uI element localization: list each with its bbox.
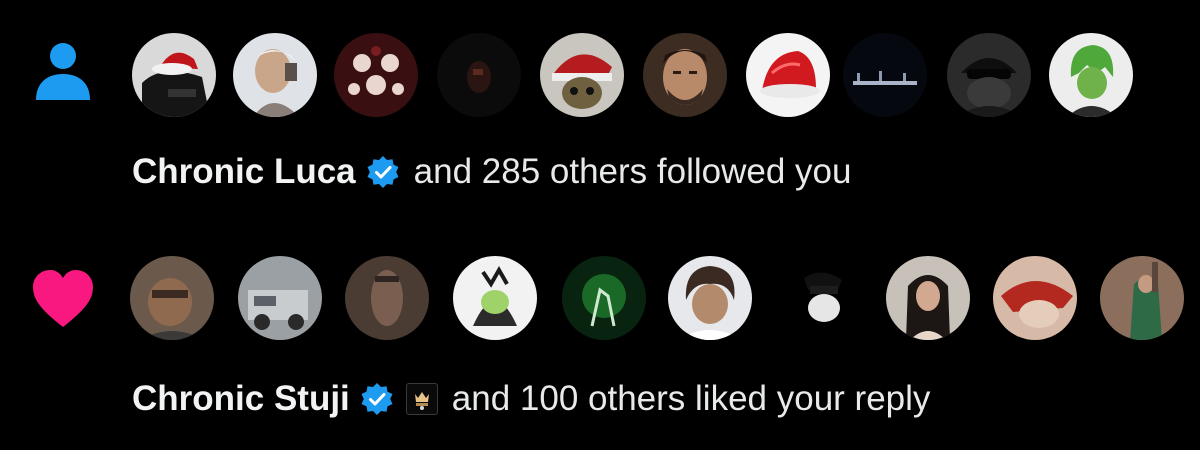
avatar[interactable] <box>643 33 727 117</box>
avatar[interactable] <box>1100 256 1184 340</box>
like-notification[interactable]: Chronic Stuji and 100 others liked your … <box>0 225 1200 450</box>
avatar[interactable] <box>1049 33 1133 117</box>
avatar[interactable] <box>668 256 752 340</box>
verified-badge-icon <box>366 155 400 189</box>
follow-notification-text: Chronic Luca and 285 others followed you <box>132 150 851 194</box>
like-notification-text: Chronic Stuji and 100 others liked your … <box>132 377 930 421</box>
avatar[interactable] <box>233 33 317 117</box>
avatar[interactable] <box>993 256 1077 340</box>
avatar[interactable] <box>843 33 927 117</box>
avatar[interactable] <box>453 256 537 340</box>
notification-message: and 100 others liked your reply <box>451 379 931 418</box>
avatar[interactable] <box>947 33 1031 117</box>
avatar[interactable] <box>562 256 646 340</box>
avatar[interactable] <box>886 256 970 340</box>
crown-badge-icon <box>405 383 438 415</box>
follower-avatars <box>0 30 1200 120</box>
user-name-link[interactable]: Chronic Stuji <box>132 377 350 421</box>
avatar[interactable] <box>130 256 214 340</box>
verified-badge-icon <box>360 382 394 416</box>
user-name-link[interactable]: Chronic Luca <box>132 150 356 194</box>
follow-notification[interactable]: Chronic Luca and 285 others followed you <box>0 0 1200 225</box>
avatar[interactable] <box>132 33 216 117</box>
avatar[interactable] <box>780 256 864 340</box>
liker-avatars <box>0 253 1200 343</box>
avatar[interactable] <box>437 33 521 117</box>
avatar[interactable] <box>540 33 624 117</box>
avatar[interactable] <box>334 33 418 117</box>
avatar[interactable] <box>746 33 830 117</box>
avatar[interactable] <box>345 256 429 340</box>
avatar[interactable] <box>238 256 322 340</box>
notification-message: and 285 others followed you <box>413 152 852 191</box>
